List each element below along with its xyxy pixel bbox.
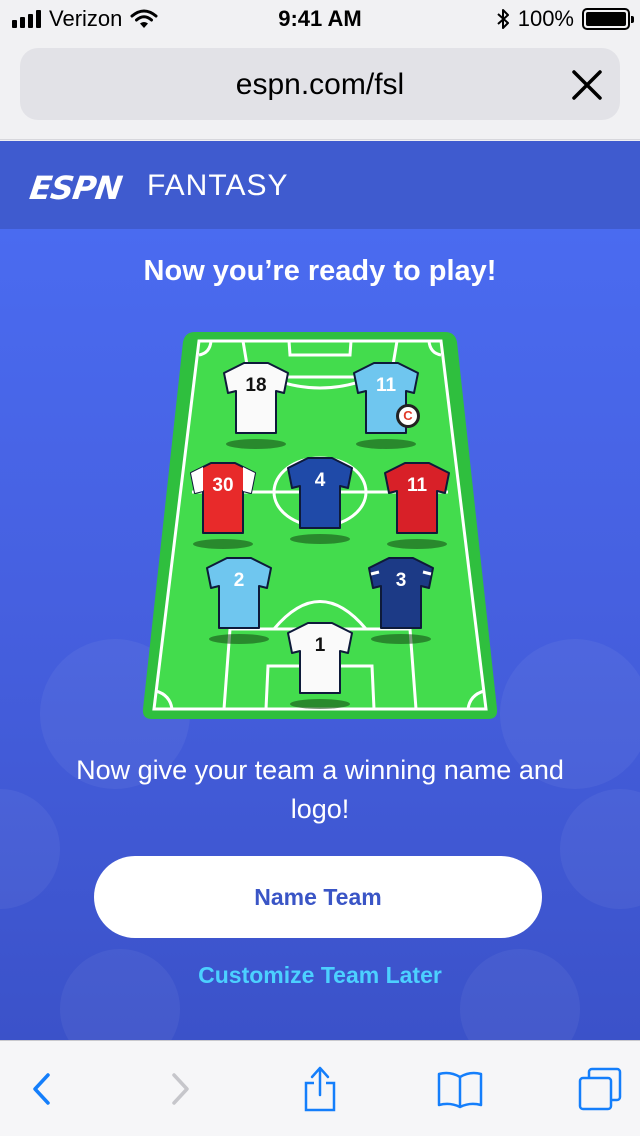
- player-jersey-1-goalkeeper[interactable]: 1: [284, 619, 356, 709]
- share-icon: [304, 1066, 336, 1112]
- chevron-left-icon: [33, 1073, 50, 1105]
- signal-icon: [12, 10, 41, 28]
- player-jersey-11-captain[interactable]: 11 C: [350, 359, 422, 449]
- ball-decoration: [0, 789, 60, 909]
- player-jersey-18[interactable]: 18: [220, 359, 292, 449]
- subtext: Now give your team a winning name and lo…: [76, 755, 564, 824]
- close-icon[interactable]: [570, 68, 604, 102]
- carrier-name: Verizon: [49, 6, 123, 31]
- url-text: espn.com/fsl: [235, 68, 405, 101]
- status-bar: Verizon 9:41 AM 100%: [0, 0, 640, 40]
- espn-logo[interactable]: ESPN: [27, 169, 123, 207]
- player-jersey-30[interactable]: 30: [187, 459, 259, 549]
- jersey-number: 4: [314, 470, 326, 491]
- status-right: 100%: [496, 6, 634, 32]
- bookmarks-button[interactable]: [434, 1063, 486, 1115]
- player-jersey-4[interactable]: 4: [284, 454, 356, 544]
- wifi-icon: [130, 9, 158, 28]
- battery-icon: [582, 8, 634, 30]
- share-button[interactable]: [294, 1063, 346, 1115]
- player-jersey-3[interactable]: 3: [365, 554, 437, 644]
- jersey-number: 2: [233, 570, 245, 591]
- jersey-number: 30: [212, 475, 234, 496]
- name-team-button[interactable]: Name Team: [94, 856, 542, 938]
- jersey-number: 3: [395, 570, 407, 591]
- captain-badge: C: [396, 404, 420, 428]
- main-content: Now you’re ready to play! 18 11 C 30 4 1…: [0, 229, 640, 1040]
- jersey-number: 18: [245, 375, 267, 396]
- customize-team-later-link[interactable]: Customize Team Later: [0, 962, 640, 989]
- app-header: ESPN FANTASY: [0, 141, 640, 229]
- forward-button[interactable]: [154, 1063, 206, 1115]
- jersey-number: 1: [314, 635, 326, 656]
- tabs-icon: [578, 1067, 622, 1111]
- browser-toolbar: [0, 1040, 640, 1136]
- player-jersey-2[interactable]: 2: [203, 554, 275, 644]
- chevron-right-icon: [172, 1073, 189, 1105]
- player-jersey-11[interactable]: 11: [381, 459, 453, 549]
- back-button[interactable]: [16, 1063, 68, 1115]
- section-title: FANTASY: [147, 169, 289, 202]
- jersey-number: 11: [406, 475, 428, 496]
- url-field[interactable]: espn.com/fsl: [20, 48, 620, 120]
- browser-address-area: espn.com/fsl: [0, 40, 640, 140]
- book-icon: [437, 1071, 483, 1109]
- tabs-button[interactable]: [574, 1063, 626, 1115]
- jersey-number: 11: [375, 375, 397, 396]
- bluetooth-icon: [497, 9, 509, 29]
- status-left: Verizon: [12, 6, 158, 32]
- battery-percent: 100%: [517, 6, 574, 31]
